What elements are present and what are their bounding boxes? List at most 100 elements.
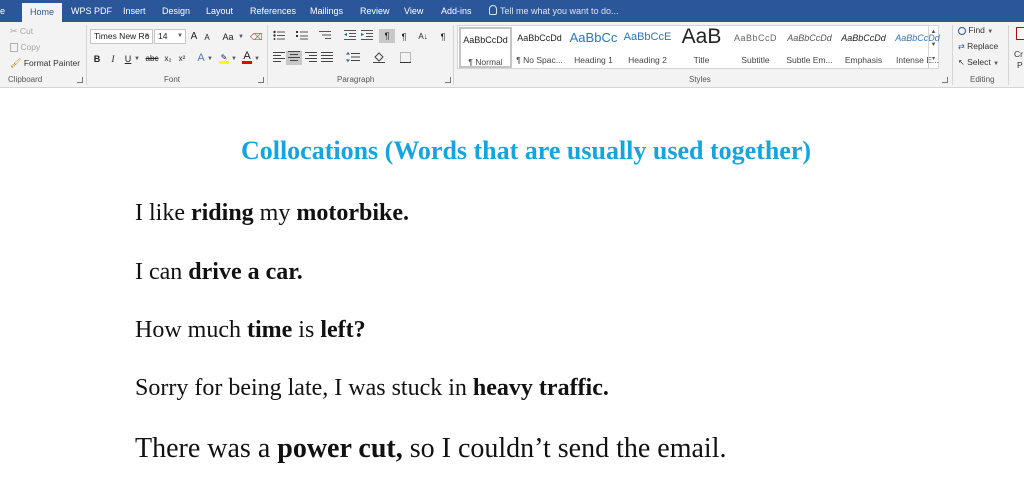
group-divider	[1008, 25, 1009, 85]
styles-launcher-icon[interactable]	[942, 77, 948, 83]
find-button[interactable]: Find ▼	[958, 25, 993, 35]
align-left-icon[interactable]	[272, 52, 286, 66]
underline-button[interactable]: U	[123, 52, 133, 66]
replace-label: Replace	[967, 41, 999, 51]
shrink-font-button[interactable]: A	[202, 31, 212, 45]
increase-indent-icon[interactable]	[360, 30, 374, 44]
style-sample: AaBbCcDd	[787, 33, 832, 43]
chevron-down-icon[interactable]: ▼	[238, 30, 244, 44]
decrease-indent-icon[interactable]	[343, 30, 357, 44]
style-subtle-emphasis[interactable]: AaBbCcDd Subtle Em...	[783, 27, 836, 68]
tell-me-search[interactable]: Tell me what you want to do...	[489, 0, 619, 22]
format-painter-label: Format Painter	[23, 58, 81, 68]
chevron-down-icon[interactable]: ▼	[134, 52, 140, 66]
tab-design[interactable]: Design	[162, 0, 190, 22]
justify-icon[interactable]	[320, 52, 334, 66]
font-size-combo[interactable]: 14 ▼	[154, 29, 186, 44]
pdf-icon[interactable]	[1016, 27, 1024, 40]
tab-insert[interactable]: Insert	[123, 0, 146, 22]
style-sample: AaB	[681, 25, 722, 48]
gallery-more-icon[interactable]: ▾	[929, 52, 938, 66]
tab-home[interactable]: Home	[22, 3, 63, 22]
style-no-spacing[interactable]: AaBbCcDd ¶ No Spac...	[513, 27, 566, 68]
paragraph-launcher-icon[interactable]	[445, 77, 451, 83]
font-family-value: Times New Ro	[94, 31, 150, 41]
style-normal[interactable]: AaBbCcDd ¶ Normal	[459, 27, 512, 68]
show-formatting-button[interactable]: ¶	[437, 30, 449, 44]
left-to-right-icon[interactable]: ¶	[379, 29, 395, 43]
tab-mailings[interactable]: Mailings	[310, 0, 343, 22]
subscript-button[interactable]: x₂	[162, 52, 174, 66]
replace-button[interactable]: ⇄ Replace	[958, 41, 998, 51]
highlight-color-button[interactable]: ✎	[218, 51, 230, 65]
borders-icon[interactable]	[398, 52, 412, 66]
cursor-icon: ↖	[958, 58, 965, 68]
select-label: Select	[967, 57, 991, 67]
tab-layout[interactable]: Layout	[206, 0, 233, 22]
bold-collocation: drive a car.	[188, 259, 303, 285]
scroll-down-icon[interactable]: ▼	[929, 39, 938, 52]
tab-file[interactable]: e	[0, 0, 5, 22]
group-divider	[952, 25, 953, 85]
style-subtitle[interactable]: AaBbCcD Subtitle	[729, 27, 782, 68]
chevron-down-icon[interactable]: ▼	[254, 52, 260, 66]
change-case-button[interactable]: Aa	[221, 30, 235, 44]
superscript-button[interactable]: x²	[176, 52, 188, 66]
tab-references[interactable]: References	[250, 0, 296, 22]
cut-off-label-2: P	[1017, 60, 1023, 70]
clear-formatting-icon[interactable]: ⌫	[250, 30, 263, 44]
cut-off-label-1: Cr	[1014, 49, 1023, 59]
italic-button[interactable]: I	[108, 52, 118, 66]
bold-collocation: power cut,	[277, 433, 403, 464]
align-right-icon[interactable]	[304, 52, 318, 66]
style-name: ¶ No Spac...	[516, 55, 563, 65]
copy-icon	[10, 43, 18, 53]
clipboard-launcher-icon[interactable]	[77, 77, 83, 83]
line-spacing-icon[interactable]	[345, 52, 361, 66]
align-center-icon[interactable]	[286, 51, 302, 65]
style-title[interactable]: AaB Title	[675, 25, 728, 68]
editing-group-label: Editing	[970, 75, 995, 84]
font-size-value: 14	[158, 31, 168, 41]
right-to-left-icon[interactable]: ¶	[397, 30, 411, 44]
document-page[interactable]: Collocations (Words that are usually use…	[0, 88, 1024, 486]
gallery-scrollbar[interactable]: ▲ ▼ ▾	[928, 26, 938, 68]
style-heading-2[interactable]: AaBbCcE Heading 2	[621, 27, 674, 68]
sort-icon[interactable]: A↓	[416, 30, 430, 44]
style-heading-1[interactable]: AaBbCc Heading 1	[567, 27, 620, 68]
grow-font-button[interactable]: A	[189, 30, 199, 44]
bold-button[interactable]: B	[92, 52, 102, 66]
tab-add-ins[interactable]: Add-ins	[441, 0, 472, 22]
tab-wps-pdf[interactable]: WPS PDF	[71, 0, 112, 22]
style-name: Subtle Em...	[786, 55, 833, 65]
font-launcher-icon[interactable]	[258, 77, 264, 83]
numbering-icon[interactable]	[295, 30, 309, 44]
chevron-down-icon[interactable]: ▼	[207, 52, 213, 66]
strikethrough-button[interactable]: abc	[144, 52, 160, 66]
chevron-down-icon[interactable]: ▼	[231, 52, 237, 66]
multilevel-list-icon[interactable]	[318, 30, 332, 44]
scroll-up-icon[interactable]: ▲	[929, 26, 938, 39]
chevron-down-icon: ▼	[987, 29, 994, 35]
bullets-icon[interactable]	[272, 30, 286, 44]
text-run: so I couldn’t send the email.	[402, 433, 727, 464]
select-button[interactable]: ↖ Select ▼	[958, 57, 999, 67]
text-run: There was a	[135, 433, 278, 464]
font-family-combo[interactable]: Times New Ro ▼	[90, 29, 153, 44]
style-emphasis[interactable]: AaBbCcDd Emphasis	[837, 27, 890, 68]
ribbon: ✂ Cut Copy 🖌 Format Painter Clipboard Ti…	[0, 22, 1024, 88]
document-line: There was a power cut, so I couldn’t sen…	[135, 433, 726, 465]
tab-review[interactable]: Review	[360, 0, 390, 22]
format-painter-button[interactable]: 🖌 Format Painter	[10, 58, 80, 69]
bold-collocation: left?	[320, 317, 366, 343]
bold-collocation: motorbike.	[296, 200, 409, 226]
tab-view[interactable]: View	[404, 0, 423, 22]
style-sample: AaBbCcE	[623, 31, 672, 43]
cut-button[interactable]: ✂ Cut	[10, 26, 33, 37]
text-effects-button[interactable]: A	[196, 51, 206, 65]
font-color-button[interactable]: A	[242, 50, 252, 64]
text-run: is	[292, 317, 321, 343]
copy-button[interactable]: Copy	[10, 42, 40, 53]
style-name: Heading 1	[574, 55, 613, 65]
shading-icon[interactable]	[372, 52, 386, 66]
